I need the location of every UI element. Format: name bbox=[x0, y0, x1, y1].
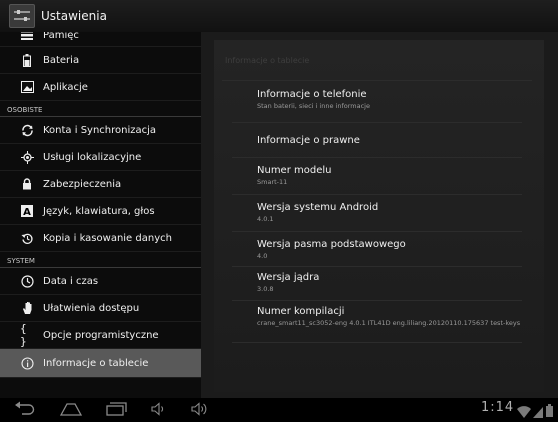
info-item-summary: 4.0 bbox=[257, 252, 268, 260]
info-item-android-version[interactable]: Wersja systemu Android 4.0.1 bbox=[257, 202, 547, 223]
info-icon bbox=[20, 356, 34, 370]
info-item-build-number[interactable]: Numer kompilacji crane_smart11_sc3052-en… bbox=[257, 306, 547, 327]
sync-icon bbox=[20, 123, 34, 137]
divider bbox=[232, 157, 522, 158]
info-item-title: Wersja jądra bbox=[257, 272, 320, 283]
sidebar-item-backup-reset[interactable]: Kopia i kasowanie danych bbox=[0, 225, 201, 252]
divider bbox=[232, 122, 522, 123]
sidebar-item-label: Informacje o tablecie bbox=[43, 357, 149, 369]
action-bar: Ustawienia bbox=[0, 0, 558, 33]
clock[interactable]: 1:14 bbox=[481, 400, 514, 415]
sidebar-item-accessibility[interactable]: Ułatwienia dostępu bbox=[0, 295, 201, 322]
info-item-title: Numer modelu bbox=[257, 165, 332, 176]
sidebar-item-label: Ułatwienia dostępu bbox=[43, 302, 140, 314]
section-header-system: SYSTEM bbox=[0, 252, 201, 268]
info-item-baseband-version[interactable]: Wersja pasma podstawowego 4.0 bbox=[257, 239, 547, 260]
detail-pane: Informacje o tablecie Informacje o telef… bbox=[201, 32, 558, 398]
sidebar-item-apps[interactable]: Aplikacje bbox=[0, 74, 201, 101]
sidebar-item-accounts-sync[interactable]: Konta i Synchronizacja bbox=[0, 117, 201, 144]
sidebar-item-label: Aplikacje bbox=[43, 81, 88, 93]
detail-title: Informacje o tablecie bbox=[225, 56, 310, 65]
info-item-title: Wersja systemu Android bbox=[257, 202, 379, 213]
battery-icon bbox=[20, 53, 34, 67]
info-item-model-number[interactable]: Numer modelu Smart-11 bbox=[257, 165, 547, 186]
sidebar-item-language[interactable]: A Język, klawiatura, głos bbox=[0, 198, 201, 225]
sidebar-item-label: Data i czas bbox=[43, 275, 99, 287]
sidebar-item-battery[interactable]: Bateria bbox=[0, 47, 201, 74]
hand-icon bbox=[20, 301, 34, 315]
braces-icon: { } bbox=[20, 322, 27, 348]
battery-status-icon bbox=[546, 402, 553, 421]
info-item-kernel-version[interactable]: Wersja jądra 3.0.8 bbox=[257, 272, 547, 293]
sidebar-item-location[interactable]: Usługi lokalizacyjne bbox=[0, 144, 201, 171]
info-item-title: Numer kompilacji bbox=[257, 306, 345, 317]
sidebar-item-label: Zabezpieczenia bbox=[43, 178, 122, 190]
home-icon[interactable] bbox=[59, 401, 83, 421]
section-header-personal: OSOBISTE bbox=[0, 101, 201, 117]
svg-text:A: A bbox=[23, 207, 31, 217]
divider bbox=[232, 300, 522, 301]
language-icon: A bbox=[20, 204, 34, 218]
lock-icon bbox=[20, 177, 34, 191]
sidebar-item-label: Język, klawiatura, głos bbox=[43, 205, 155, 217]
divider bbox=[232, 266, 522, 267]
divider bbox=[222, 80, 532, 81]
volume-down-icon[interactable] bbox=[150, 401, 168, 421]
settings-app-icon[interactable] bbox=[9, 4, 35, 28]
sidebar-item-label: Usługi lokalizacyjne bbox=[43, 151, 142, 163]
info-item-summary: 4.0.1 bbox=[257, 215, 274, 223]
sidebar-item-developer-options[interactable]: { } Opcje programistyczne bbox=[0, 322, 201, 349]
sidebar-item-security[interactable]: Zabezpieczenia bbox=[0, 171, 201, 198]
info-item-title: Informacje o prawne bbox=[257, 135, 360, 146]
info-item-title: Wersja pasma podstawowego bbox=[257, 239, 406, 250]
sidebar-item-label: Opcje programistyczne bbox=[43, 329, 159, 341]
apps-icon bbox=[20, 80, 34, 94]
settings-sidebar: Pamięć Bateria Aplikacje OSOBISTE Konta … bbox=[0, 32, 201, 398]
volume-up-icon[interactable] bbox=[190, 401, 212, 421]
info-item-phone-status[interactable]: Informacje o telefonie Stan baterii, sie… bbox=[257, 89, 547, 110]
sidebar-item-label: Bateria bbox=[43, 54, 80, 66]
recent-apps-icon[interactable] bbox=[106, 401, 128, 421]
sidebar-item-label: Pamięć bbox=[43, 32, 79, 41]
backup-icon bbox=[20, 231, 34, 245]
info-item-summary: 3.0.8 bbox=[257, 285, 274, 293]
divider bbox=[232, 342, 522, 343]
wifi-icon bbox=[517, 403, 531, 422]
info-item-summary: crane_smart11_sc3052-eng 4.0.1 ITL41D en… bbox=[257, 319, 521, 327]
info-item-title: Informacje o telefonie bbox=[257, 89, 367, 100]
back-icon[interactable] bbox=[14, 401, 36, 421]
divider bbox=[232, 231, 522, 232]
info-item-legal[interactable]: Informacje o prawne bbox=[257, 135, 547, 146]
sidebar-item-storage[interactable]: Pamięć bbox=[0, 32, 201, 47]
system-navigation-bar: 1:14 bbox=[0, 398, 558, 422]
sidebar-item-date-time[interactable]: Data i czas bbox=[0, 268, 201, 295]
location-icon bbox=[20, 150, 34, 164]
signal-icon bbox=[533, 403, 543, 422]
sidebar-item-label: Konta i Synchronizacja bbox=[43, 124, 157, 136]
clock-icon bbox=[20, 274, 34, 288]
app-title: Ustawienia bbox=[41, 9, 107, 23]
sidebar-item-about-tablet[interactable]: Informacje o tablecie bbox=[0, 349, 201, 378]
info-item-summary: Stan baterii, sieci i inne informacje bbox=[257, 102, 370, 110]
info-item-summary: Smart-11 bbox=[257, 178, 288, 186]
divider bbox=[232, 194, 522, 195]
sidebar-item-label: Kopia i kasowanie danych bbox=[43, 232, 172, 244]
storage-icon bbox=[20, 32, 34, 42]
